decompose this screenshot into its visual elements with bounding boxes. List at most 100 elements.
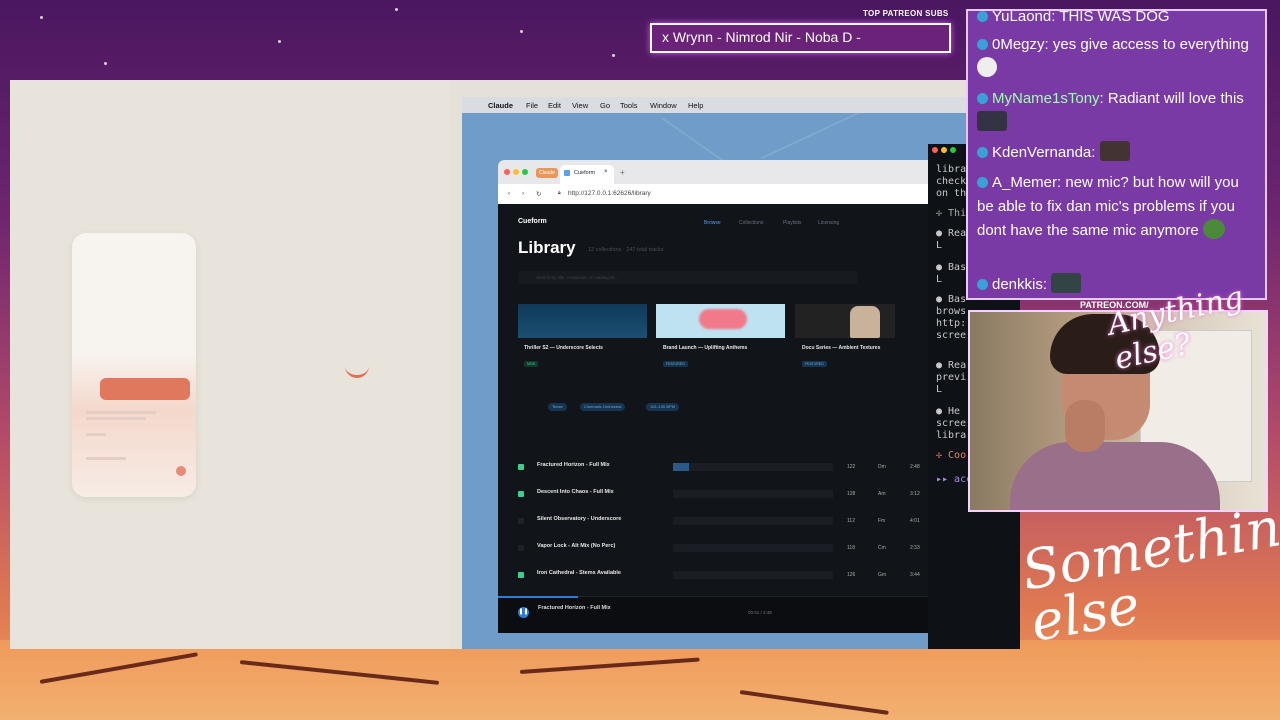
page-title: Library (518, 238, 576, 257)
new-tab-icon[interactable]: + (620, 168, 625, 177)
terminal-line: L (936, 274, 943, 285)
track-bpm: 112 (847, 518, 855, 524)
card-title[interactable]: Brand Launch — Uplifting Anthems (663, 345, 747, 351)
track-key: Am (878, 491, 886, 497)
waveform[interactable] (673, 490, 833, 498)
terminal-line: brows (936, 306, 967, 317)
something-else-logo: Something else (1017, 489, 1280, 654)
track-bpm: 128 (847, 491, 856, 497)
track-bpm: 118 (847, 545, 855, 551)
track-duration: 4:01 (910, 518, 920, 524)
terminal-line: ✢ Coo (936, 450, 967, 461)
table-row[interactable]: Iron Cathedral - Stems Available 126 Gm … (498, 566, 928, 593)
collection-cover-thriller[interactable] (518, 304, 647, 338)
collection-cover-brand-launch[interactable] (656, 304, 785, 338)
forward-icon[interactable]: › (522, 190, 524, 197)
tab-claude[interactable]: Claude (536, 168, 558, 178)
chat-text: THIS WAS DOG (1059, 9, 1170, 25)
brand-logo[interactable]: Cueform (518, 218, 547, 225)
address-bar: ‹ › ↻ 🔒︎ http://127.0.0.1:62626/library (498, 184, 928, 204)
nav-collections[interactable]: Collections (739, 220, 763, 226)
row-checkbox[interactable] (518, 545, 524, 551)
track-bpm: 122 (847, 464, 856, 470)
shared-screen: Claude File Edit View Go Tools Window He… (10, 80, 1020, 649)
row-checkbox[interactable] (518, 464, 524, 470)
waveform[interactable] (673, 463, 833, 471)
menu-go[interactable]: Go (600, 101, 610, 110)
now-playing-banner: x Wrynn - Nimrod Nir - Noba D - (650, 23, 951, 53)
status-badge: NEW (524, 361, 539, 367)
terminal-line: on th (936, 188, 967, 199)
waveform[interactable] (673, 544, 833, 552)
row-checkbox[interactable] (518, 491, 524, 497)
url-field[interactable]: http://127.0.0.1:62626/library (568, 190, 651, 197)
terminal-line: libra (936, 164, 967, 175)
chat-bubble (100, 378, 190, 400)
chat-text: yes give access to everything (1052, 36, 1249, 53)
player-bar: ❚❚ Fractured Horizon - Full Mix 00:31 / … (498, 596, 928, 633)
chat-username: denkkis (992, 276, 1043, 293)
terminal-line: ● Rea (936, 360, 967, 371)
reload-icon[interactable]: ↻ (536, 190, 541, 198)
emote-icon (1051, 273, 1082, 293)
filter-chip[interactable]: Cinematic Orchestral (580, 403, 626, 411)
filter-chip[interactable]: 110–130 BPM (646, 403, 680, 411)
status-badge: FEATURED (663, 361, 688, 367)
nav-browse[interactable]: Browse (704, 220, 721, 226)
menu-tools[interactable]: Tools (620, 101, 638, 110)
nav-playlists[interactable]: Playlists (783, 220, 801, 226)
track-bpm: 126 (847, 572, 856, 578)
close-window-icon[interactable] (504, 169, 510, 175)
chat-username: 0Megzy (992, 36, 1045, 53)
waveform[interactable] (673, 571, 833, 579)
close-window-icon[interactable] (932, 147, 938, 153)
phone-mockup (72, 233, 196, 497)
chat-username: A_Memer (992, 174, 1058, 191)
terminal-line: libra (936, 430, 967, 441)
track-duration: 3:44 (910, 572, 920, 578)
pause-icon[interactable]: ❚❚ (518, 607, 529, 618)
send-icon[interactable] (176, 466, 186, 476)
card-title[interactable]: Thriller S2 — Underscore Selects (524, 345, 603, 351)
waveform[interactable] (673, 517, 833, 525)
track-duration: 3:12 (910, 491, 920, 497)
track-title: Iron Cathedral - Stems Available (537, 570, 621, 576)
top-patreon-subs-label: TOP PATREON SUBS (863, 9, 949, 18)
terminal-line: scree (936, 418, 967, 429)
table-row[interactable]: Descent Into Chaos - Full Mix 128 Am 3:1… (498, 485, 928, 512)
maximize-window-icon[interactable] (522, 169, 528, 175)
track-title: Silent Observatory - Underscore (537, 516, 622, 522)
search-input[interactable]: Search by title, composer, or catalog ID… (518, 271, 858, 284)
table-row[interactable]: Silent Observatory - Underscore 112 Fm 4… (498, 512, 928, 539)
menu-claude[interactable]: Claude (488, 101, 513, 110)
menu-window[interactable]: Window (650, 101, 677, 110)
chat-username: YuLaond (992, 9, 1052, 25)
emote-icon (1202, 219, 1225, 239)
menu-view[interactable]: View (572, 101, 588, 110)
row-checkbox[interactable] (518, 518, 524, 524)
filter-chip[interactable]: Tense (548, 403, 567, 411)
row-checkbox[interactable] (518, 572, 524, 578)
track-duration: 2:33 (910, 545, 920, 551)
player-track-title: Fractured Horizon - Full Mix (538, 605, 611, 611)
back-icon[interactable]: ‹ (508, 190, 510, 197)
nav-licensing[interactable]: Licensing (818, 220, 839, 226)
lock-icon: 🔒︎ (558, 190, 561, 196)
minimize-window-icon[interactable] (513, 169, 519, 175)
minimize-window-icon[interactable] (941, 147, 947, 153)
card-title[interactable]: Docu Series — Ambient Textures (802, 345, 880, 351)
collection-cover-docu-series[interactable] (795, 304, 895, 338)
cueform-app: Cueform Browse Collections Playlists Lic… (498, 204, 928, 633)
progress-bar[interactable] (498, 596, 578, 598)
menu-help[interactable]: Help (688, 101, 703, 110)
menu-edit[interactable]: Edit (548, 101, 561, 110)
table-row[interactable]: Vapor Lock - Alt Mix (No Perc) 118 Cm 2:… (498, 539, 928, 566)
terminal-line: ● Rea (936, 228, 967, 239)
tab-cueform[interactable]: Cueform × (560, 165, 614, 184)
close-tab-icon[interactable]: × (604, 169, 608, 175)
menu-file[interactable]: File (526, 101, 538, 110)
emote-icon (977, 57, 997, 77)
table-row[interactable]: Fractured Horizon - Full Mix 122 Dm 2:48 (498, 458, 928, 485)
chat-message: A_Memer: new mic? but how will you be ab… (977, 174, 1239, 239)
maximize-window-icon[interactable] (950, 147, 956, 153)
